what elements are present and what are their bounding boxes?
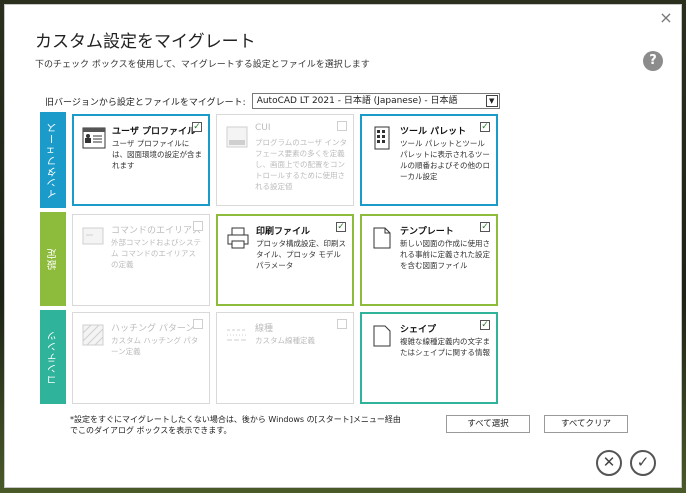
- card-cui: CUI プログラムのユーザ インタフェース要素の多くを定義し、画面上での配置をコ…: [216, 114, 354, 206]
- card-desc: 外部コマンドおよびシステム コマンドのエイリアスの定義: [111, 238, 201, 269]
- card-desc: 複雑な線種定義内の文字またはシェイプに関する情報: [400, 337, 490, 357]
- card-name: ツール パレット: [400, 127, 467, 137]
- card-shape[interactable]: シェイプ 複雑な線種定義内の文字またはシェイプに関する情報 ✓: [360, 312, 498, 404]
- tool-palette-icon: [374, 126, 390, 150]
- card-command-alias: コマンドのエイリアス 外部コマンドおよびシステム コマンドのエイリアスの定義: [72, 214, 210, 306]
- category-interface-label: インタフェース: [47, 121, 59, 199]
- checkbox-template[interactable]: ✓: [480, 222, 490, 232]
- dialog-subtitle: 下のチェック ボックスを使用して、マイグレートする設定とファイルを選択します: [35, 60, 370, 70]
- card-desc: ツール パレットとツール パレットに表示されるツールの順番およびその他のローカル…: [400, 139, 490, 181]
- card-desc: カスタム線種定義: [255, 336, 315, 345]
- hatch-pattern-icon: [82, 324, 104, 346]
- checkbox-hatch-pattern: [193, 319, 203, 329]
- cui-icon: [226, 126, 248, 148]
- card-template[interactable]: テンプレート 新しい図面の作成に使用される事前に定義された設定を含む図面ファイル…: [360, 214, 498, 306]
- select-all-button[interactable]: すべて選択: [446, 415, 530, 433]
- help-icon[interactable]: ?: [643, 51, 663, 71]
- card-desc: 新しい図面の作成に使用される事前に定義された設定を含む図面ファイル: [400, 239, 490, 270]
- checkbox-cui: [337, 121, 347, 131]
- category-content-label: コンテンツ: [47, 329, 59, 385]
- checkbox-tool-palette[interactable]: ✓: [480, 122, 490, 132]
- card-name: ユーザ プロファイル: [112, 127, 196, 137]
- card-name: CUI: [255, 123, 271, 133]
- footnote-line2: でこのダイアログ ボックスを表示できます。: [70, 426, 232, 435]
- category-interface: インタフェース: [40, 112, 66, 208]
- card-user-profile[interactable]: ユーザ プロファイル ユーザ プロファイルには、図面環境の設定が含まれます ✓: [72, 114, 210, 206]
- card-tool-palette[interactable]: ツール パレット ツール パレットとツール パレットに表示されるツールの順番およ…: [360, 114, 498, 206]
- checkbox-linetype: [337, 319, 347, 329]
- card-name: テンプレート: [400, 227, 454, 237]
- template-document-icon: [373, 227, 391, 249]
- close-icon[interactable]: ×: [659, 10, 673, 26]
- clear-all-button[interactable]: すべてクリア: [544, 415, 628, 433]
- category-content: コンテンツ: [40, 310, 66, 404]
- card-plot-files[interactable]: 印刷ファイル プロッタ構成設定、印刷スタイル、プロッタ モデル パラメータ ✓: [216, 214, 354, 306]
- category-settings: 設定: [40, 212, 66, 306]
- ok-button[interactable]: ✓: [630, 450, 656, 476]
- category-settings-label: 設定: [47, 248, 59, 270]
- user-profile-icon: [82, 127, 106, 149]
- checkbox-plot-files[interactable]: ✓: [336, 222, 346, 232]
- card-desc: プロッタ構成設定、印刷スタイル、プロッタ モデル パラメータ: [256, 239, 346, 270]
- footnote: *設定をすぐにマイグレートしたくない場合は、後から Windows の[スタート…: [70, 414, 401, 436]
- card-linetype: 線種 カスタム線種定義: [216, 312, 354, 404]
- card-desc: ユーザ プロファイルには、図面環境の設定が含まれます: [112, 139, 202, 170]
- card-desc: カスタム ハッチング パターン定義: [111, 336, 199, 356]
- linetype-icon: [227, 329, 247, 341]
- version-row: 旧バージョンから設定とファイルをマイグレート: AutoCAD LT 2021 …: [45, 93, 500, 109]
- version-label: 旧バージョンから設定とファイルをマイグレート:: [45, 97, 246, 108]
- checkbox-shape[interactable]: ✓: [480, 320, 490, 330]
- card-name: コマンドのエイリアス: [111, 226, 202, 236]
- version-select[interactable]: AutoCAD LT 2021 - 日本語 (Japanese) - 日本語 ▼: [251, 93, 500, 109]
- cancel-button[interactable]: ✕: [596, 450, 622, 476]
- card-desc: プログラムのユーザ インタフェース要素の多くを定義し、画面上での配置をコントロー…: [255, 138, 348, 191]
- checkbox-user-profile[interactable]: ✓: [192, 122, 202, 132]
- card-name: ハッチング パターン: [111, 324, 195, 334]
- dialog-title: カスタム設定をマイグレート: [35, 32, 256, 52]
- card-name: シェイプ: [400, 325, 437, 335]
- command-alias-icon: [82, 227, 104, 245]
- card-name: 印刷ファイル: [256, 227, 311, 237]
- card-hatch-pattern: ハッチング パターン カスタム ハッチング パターン定義: [72, 312, 210, 404]
- shape-icon: [373, 325, 391, 347]
- card-name: 線種: [255, 324, 274, 334]
- printer-icon: [227, 227, 249, 249]
- version-select-value: AutoCAD LT 2021 - 日本語 (Japanese) - 日本語: [256, 96, 458, 106]
- dropdown-arrow-icon[interactable]: ▼: [485, 95, 498, 107]
- footnote-line1: *設定をすぐにマイグレートしたくない場合は、後から Windows の[スタート…: [70, 415, 401, 424]
- checkbox-command-alias: [193, 221, 203, 231]
